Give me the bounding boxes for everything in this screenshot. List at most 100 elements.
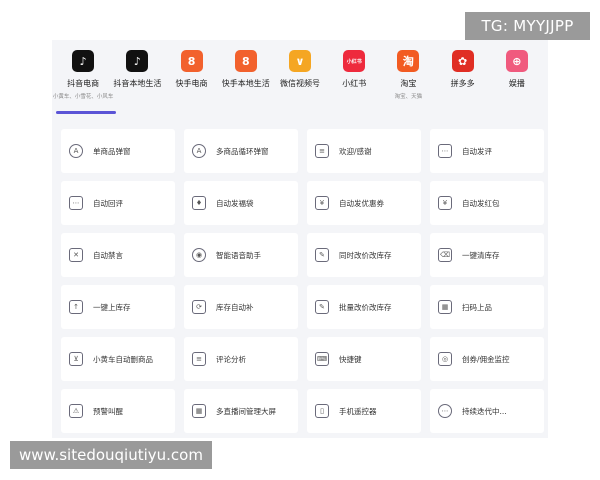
tiktok-icon: ♪: [72, 50, 95, 72]
single-product-popup-icon: A: [69, 144, 83, 158]
platform-name: 快手电商: [175, 79, 208, 88]
wechat-channels-icon: ∨: [288, 50, 311, 72]
feature-label: 一键清库存: [462, 250, 500, 260]
feature-card[interactable]: ⋯ 自动回评: [61, 181, 175, 225]
feature-card[interactable]: ⋯ 持续迭代中...: [430, 389, 544, 433]
kuaishou-icon: 8: [234, 50, 257, 72]
active-tab-indicator: [56, 111, 116, 114]
feature-label: 多直播间管理大屏: [216, 406, 276, 416]
feature-label: 智能语音助手: [216, 250, 261, 260]
platform-tab[interactable]: ♪ 抖音电商小黄车、小雪花、小风车: [53, 40, 113, 120]
welcome-thanks-icon: ≡: [315, 144, 329, 158]
feature-card[interactable]: A 多商品循环弹窗: [184, 129, 298, 173]
batch-edit-icon: ✎: [315, 300, 329, 314]
platform-tab[interactable]: ✿ 拼多多: [436, 40, 490, 120]
feature-card[interactable]: ⟳ 库存自动补: [184, 285, 298, 329]
feature-card[interactable]: ≡ 评论分析: [184, 337, 298, 381]
platform-subtitle: 小黄车、小雪花、小风车: [52, 94, 114, 100]
feature-label: 小黄车自动删商品: [93, 354, 153, 364]
more-icon: ⋯: [438, 404, 452, 418]
feature-card[interactable]: A 单商品弹窗: [61, 129, 175, 173]
add-stock-icon: ↑: [69, 300, 83, 314]
platform-name: 微信视频号: [279, 79, 320, 88]
phone-remote-icon: ▯: [315, 404, 329, 418]
feature-label: 批量改价改库存: [339, 302, 392, 312]
auto-reply-comment-icon: ⋯: [69, 196, 83, 210]
feature-label: 多商品循环弹窗: [216, 146, 269, 156]
feature-card[interactable]: ¥ 自动发优惠券: [307, 181, 421, 225]
feature-label: 自动回评: [93, 198, 123, 208]
platform-subtitle: 淘宝、天猫: [394, 94, 423, 100]
red-envelope-icon: ¥: [438, 196, 452, 210]
feature-card[interactable]: ≡ 欢迎/感谢: [307, 129, 421, 173]
platform-tab[interactable]: 8 快手电商: [165, 40, 219, 120]
feature-label: 同时改价改库存: [339, 250, 392, 260]
feature-panel: ♪ 抖音电商小黄车、小雪花、小风车 ♪ 抖音本地生活 8 快手电商 8 快手本地生活 ∨ 微信视频…: [52, 40, 548, 438]
feature-card[interactable]: ▯ 手机遥控器: [307, 389, 421, 433]
watermark-top: TG: MYYJJPP: [465, 12, 590, 40]
feature-card[interactable]: ♦ 自动发福袋: [184, 181, 298, 225]
feature-card[interactable]: ⌫ 一键清库存: [430, 233, 544, 277]
kuaishou-icon: 8: [180, 50, 203, 72]
feature-label: 扫码上品: [462, 302, 492, 312]
platform-name: 拼多多: [450, 79, 475, 88]
auto-restock-icon: ⟳: [192, 300, 206, 314]
feature-card[interactable]: ⊻ 小黄车自动删商品: [61, 337, 175, 381]
feature-label: 欢迎/感谢: [339, 146, 372, 156]
feature-label: 库存自动补: [216, 302, 254, 312]
clear-stock-icon: ⌫: [438, 248, 452, 262]
platform-name: 娱播: [508, 79, 525, 88]
feature-card[interactable]: ✎ 批量改价改库存: [307, 285, 421, 329]
coupon-icon: ¥: [315, 196, 329, 210]
keyboard-icon: ⌨: [315, 352, 329, 366]
yubo-icon: ⊕: [505, 50, 528, 72]
multi-room-icon: ▦: [192, 404, 206, 418]
feature-card[interactable]: ◉ 智能语音助手: [184, 233, 298, 277]
feature-label: 手机遥控器: [339, 406, 377, 416]
platform-name: 抖音本地生活: [113, 79, 162, 88]
feature-label: 一键上库存: [93, 302, 131, 312]
multi-product-popup-icon: A: [192, 144, 206, 158]
feature-label: 创券/佣金监控: [462, 354, 510, 364]
platform-tab[interactable]: ♪ 抖音本地生活: [110, 40, 164, 120]
feature-card[interactable]: ↑ 一键上库存: [61, 285, 175, 329]
platform-name: 抖音电商: [67, 79, 100, 88]
feature-label: 自动发红包: [462, 198, 500, 208]
feature-label: 快捷键: [339, 354, 362, 364]
taobao-icon: 淘: [397, 50, 420, 72]
auto-comment-icon: ⋯: [438, 144, 452, 158]
feature-label: 自动发评: [462, 146, 492, 156]
platform-tab[interactable]: 淘淘宝 淘宝、天猫: [381, 40, 435, 120]
commission-monitor-icon: ◎: [438, 352, 452, 366]
platform-tab[interactable]: ∨ 微信视频号: [273, 40, 327, 120]
feature-label: 持续迭代中...: [462, 406, 507, 416]
feature-label: 自动禁言: [93, 250, 123, 260]
scan-code-icon: ▦: [438, 300, 452, 314]
edit-price-stock-icon: ✎: [315, 248, 329, 262]
platform-tab[interactable]: 小红书 小红书: [327, 40, 381, 120]
pinduoduo-icon: ✿: [451, 50, 474, 72]
feature-card[interactable]: ⌨ 快捷键: [307, 337, 421, 381]
feature-card[interactable]: ✕ 自动禁言: [61, 233, 175, 277]
feature-label: 评论分析: [216, 354, 246, 364]
feature-card[interactable]: ✎ 同时改价改库存: [307, 233, 421, 277]
feature-card[interactable]: ◎ 创券/佣金监控: [430, 337, 544, 381]
tiktok-icon: ♪: [126, 50, 149, 72]
feature-label: 预警叫醒: [93, 406, 123, 416]
platform-name: 快手本地生活: [221, 79, 270, 88]
feature-card[interactable]: ⚠ 预警叫醒: [61, 389, 175, 433]
lucky-bag-icon: ♦: [192, 196, 206, 210]
feature-card[interactable]: ▦ 多直播间管理大屏: [184, 389, 298, 433]
platform-tab[interactable]: 8 快手本地生活: [219, 40, 273, 120]
watermark-bottom: www.sitedouqiutiyu.com: [10, 441, 212, 469]
voice-assistant-icon: ◉: [192, 248, 206, 262]
feature-label: 自动发福袋: [216, 198, 254, 208]
feature-card[interactable]: ¥ 自动发红包: [430, 181, 544, 225]
feature-label: 单商品弹窗: [93, 146, 131, 156]
platform-tab[interactable]: ⊕ 娱播: [490, 40, 544, 120]
alarm-icon: ⚠: [69, 404, 83, 418]
feature-card[interactable]: ▦ 扫码上品: [430, 285, 544, 329]
platform-name: 淘宝: [400, 79, 417, 88]
feature-card[interactable]: ⋯ 自动发评: [430, 129, 544, 173]
platform-tabs: ♪ 抖音电商小黄车、小雪花、小风车 ♪ 抖音本地生活 8 快手电商 8 快手本地生活 ∨ 微信视频…: [52, 40, 548, 120]
